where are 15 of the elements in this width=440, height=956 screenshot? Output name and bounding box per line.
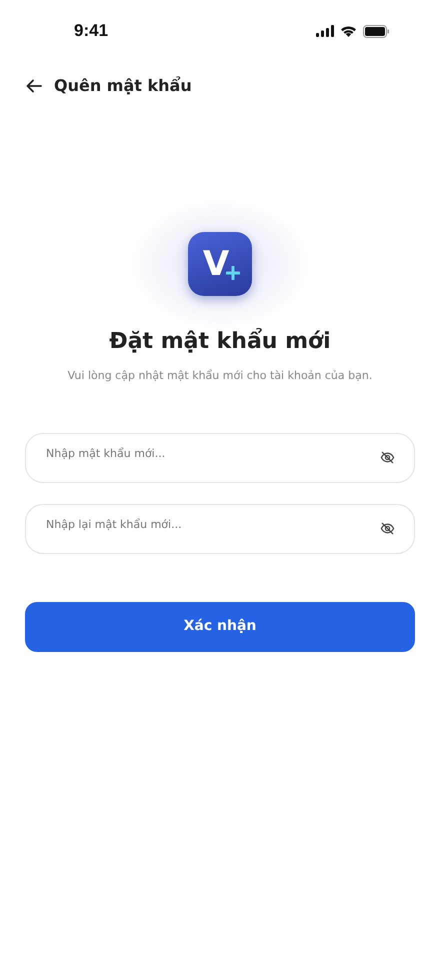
wifi-icon xyxy=(340,25,357,37)
page-title: Quên mật khẩu xyxy=(54,75,192,97)
confirm-button[interactable]: Xác nhận xyxy=(25,602,415,652)
eye-off-icon[interactable] xyxy=(379,520,395,536)
password-field[interactable]: Nhập lại mật khẩu mới... xyxy=(25,504,415,554)
back-arrow-icon xyxy=(26,79,42,93)
signal-icon xyxy=(316,25,334,37)
password-field[interactable]: Nhập mật khẩu mới... xyxy=(25,432,415,482)
back-button[interactable] xyxy=(26,78,42,94)
description: Vui lòng cập nhật mật khẩu mới cho tài khoản của bạn. xyxy=(68,368,372,384)
heading: Đặt mật khẩu mới xyxy=(109,327,331,356)
app-logo: V xyxy=(188,232,252,296)
eye-off-icon[interactable] xyxy=(379,450,395,466)
battery-icon xyxy=(363,24,390,38)
status-time: 9:41 xyxy=(74,20,108,42)
